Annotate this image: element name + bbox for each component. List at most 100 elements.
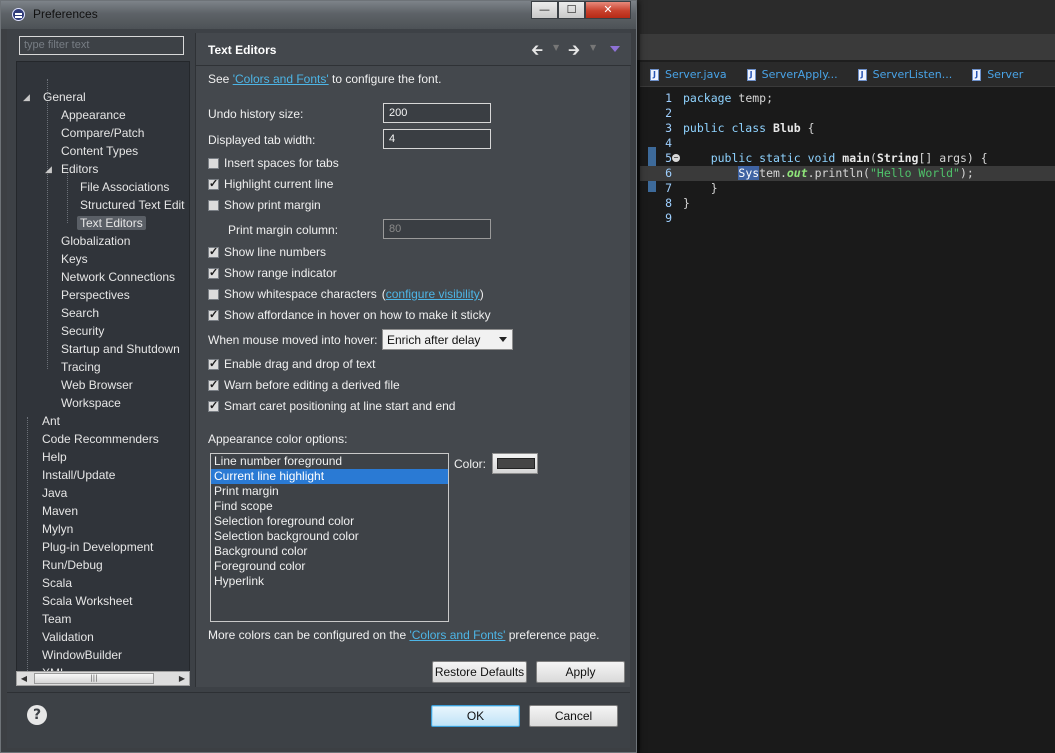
minimize-button[interactable]: — <box>531 1 558 19</box>
tree-item-workspace[interactable]: Workspace <box>61 394 121 412</box>
tree-horizontal-scrollbar[interactable]: ◀ ||| ▶ <box>16 671 190 686</box>
tree-item-install-update[interactable]: Install/Update <box>42 466 115 484</box>
view-menu-icon[interactable] <box>610 46 620 52</box>
expanded-arrow-icon[interactable]: ◢ <box>45 160 52 178</box>
tree-item-startup[interactable]: Startup and Shutdown <box>61 340 180 358</box>
checkbox-box[interactable] <box>208 199 219 211</box>
cancel-button[interactable]: Cancel <box>529 705 618 727</box>
list-item[interactable]: Foreground color <box>211 559 448 574</box>
list-item[interactable]: Background color <box>211 544 448 559</box>
forward-dropdown-icon[interactable]: ▼ <box>590 43 596 52</box>
affordance-checkbox[interactable]: Show affordance in hover on how to make … <box>208 308 491 322</box>
list-item[interactable]: Find scope <box>211 499 448 514</box>
tree-item-java[interactable]: Java <box>42 484 67 502</box>
tree-item-mylyn[interactable]: Mylyn <box>42 520 73 538</box>
tree-item-general[interactable]: ◢ General <box>23 88 86 106</box>
checkbox-box[interactable] <box>208 378 219 391</box>
tab-width-field[interactable]: 4 <box>383 129 491 149</box>
tree-item-editors[interactable]: ◢ Editors <box>45 160 98 178</box>
tree-item-plugin-dev[interactable]: Plug-in Development <box>42 538 153 556</box>
tree-item-maven[interactable]: Maven <box>42 502 78 520</box>
editor-tab[interactable]: J Server <box>962 62 1055 87</box>
checkbox-box[interactable] <box>208 157 219 169</box>
tree-item-web-browser[interactable]: Web Browser <box>61 376 133 394</box>
tree-item-run-debug[interactable]: Run/Debug <box>42 556 103 574</box>
list-item[interactable]: Line number foreground <box>211 454 448 469</box>
checkbox-box[interactable] <box>208 308 219 321</box>
title-bar[interactable]: Preferences — ☐ ✕ <box>1 1 636 29</box>
checkbox-box[interactable] <box>208 245 219 258</box>
scroll-right-icon[interactable]: ▶ <box>175 672 189 685</box>
warn-derived-checkbox[interactable]: Warn before editing a derived file <box>208 378 400 392</box>
highlight-line-checkbox[interactable]: Highlight current line <box>208 177 333 191</box>
list-item[interactable]: Selection background color <box>211 529 448 544</box>
tree-item-windowbuilder[interactable]: WindowBuilder <box>42 646 122 664</box>
tree-item-text-editors[interactable]: Text Editors <box>77 214 146 232</box>
print-margin-checkbox[interactable]: Show print margin <box>208 198 321 212</box>
code-line-current: 6 System.out.println("Hello World"); <box>640 166 1055 181</box>
scroll-left-icon[interactable]: ◀ <box>17 672 31 685</box>
checkbox-box[interactable] <box>208 357 219 370</box>
line-numbers-checkbox[interactable]: Show line numbers <box>208 245 326 259</box>
tree-item-keys[interactable]: Keys <box>61 250 88 268</box>
tree-item-scala-worksheet[interactable]: Scala Worksheet <box>42 592 133 610</box>
tree-item-perspectives[interactable]: Perspectives <box>61 286 130 304</box>
tree-item-help[interactable]: Help <box>42 448 67 466</box>
colors-fonts-link[interactable]: 'Colors and Fonts' <box>233 72 329 86</box>
filter-input[interactable]: type filter text <box>19 36 184 55</box>
code-editor[interactable]: 1 package temp; 2 3 public class Blub { 4 … <box>640 87 1055 753</box>
back-dropdown-icon[interactable]: ▼ <box>553 43 559 52</box>
tree-item-validation[interactable]: Validation <box>42 628 94 646</box>
tree-item-compare-patch[interactable]: Compare/Patch <box>61 124 144 142</box>
drag-drop-checkbox[interactable]: Enable drag and drop of text <box>208 357 375 371</box>
tree-item-scala[interactable]: Scala <box>42 574 72 592</box>
code-line: 7 } <box>665 181 718 195</box>
close-button[interactable]: ✕ <box>585 1 631 19</box>
editor-tab[interactable]: J ServerListen... <box>848 62 963 87</box>
tree-item-security[interactable]: Security <box>61 322 104 340</box>
forward-arrow-icon[interactable]: 🡲 <box>568 40 580 65</box>
tree-item-tracing[interactable]: Tracing <box>61 358 101 376</box>
tree-item-globalization[interactable]: Globalization <box>61 232 130 250</box>
tree-item-ant[interactable]: Ant <box>42 412 60 430</box>
maximize-button[interactable]: ☐ <box>558 1 585 19</box>
help-icon[interactable]: ? <box>27 705 47 725</box>
expanded-arrow-icon[interactable]: ◢ <box>23 88 30 106</box>
smart-caret-checkbox[interactable]: Smart caret positioning at line start an… <box>208 399 455 413</box>
tree-item-file-associations[interactable]: File Associations <box>80 178 169 196</box>
list-item-selected[interactable]: Current line highlight <box>211 469 448 484</box>
apply-button[interactable]: Apply <box>536 661 625 683</box>
editor-tab[interactable]: J Server.java <box>640 62 737 87</box>
tree-item-appearance[interactable]: Appearance <box>61 106 126 124</box>
list-item[interactable]: Print margin <box>211 484 448 499</box>
editor-tab[interactable]: J ServerApply... <box>737 62 848 87</box>
checkbox-box[interactable] <box>208 177 219 190</box>
back-arrow-icon[interactable]: 🡰 <box>531 40 543 65</box>
tree-item-content-types[interactable]: Content Types <box>61 142 138 160</box>
whitespace-checkbox[interactable]: Show whitespace characters(configure vis… <box>208 287 484 301</box>
see-colors-text: See 'Colors and Fonts' to configure the … <box>208 72 442 86</box>
checkbox-box[interactable] <box>208 266 219 279</box>
color-picker-button[interactable] <box>492 453 538 474</box>
range-indicator-checkbox[interactable]: Show range indicator <box>208 266 337 280</box>
list-item[interactable]: Hyperlink <box>211 574 448 589</box>
list-item[interactable]: Selection foreground color <box>211 514 448 529</box>
hover-behavior-select[interactable]: Enrich after delay <box>382 329 513 350</box>
scroll-thumb[interactable]: ||| <box>34 673 154 684</box>
insert-spaces-checkbox[interactable]: Insert spaces for tabs <box>208 156 339 170</box>
tree-item-structured-text[interactable]: Structured Text Edit <box>80 196 185 214</box>
tree-item-network[interactable]: Network Connections <box>61 268 175 286</box>
configure-visibility-link[interactable]: configure visibility <box>386 287 480 301</box>
checkbox-box[interactable] <box>208 399 219 412</box>
color-options-list[interactable]: Line number foreground Current line high… <box>210 453 449 622</box>
fold-collapse-icon[interactable]: − <box>672 154 680 162</box>
tree-item-code-recommenders[interactable]: Code Recommenders <box>42 430 159 448</box>
tree-item-team[interactable]: Team <box>42 610 71 628</box>
tree-item-search[interactable]: Search <box>61 304 99 322</box>
checkbox-box[interactable] <box>208 288 219 300</box>
restore-defaults-button[interactable]: Restore Defaults <box>432 661 527 683</box>
ok-button[interactable]: OK <box>431 705 520 727</box>
undo-history-field[interactable]: 200 <box>383 103 491 123</box>
more-colors-text: More colors can be configured on the 'Co… <box>208 628 600 642</box>
colors-fonts-link-2[interactable]: 'Colors and Fonts' <box>409 628 505 642</box>
